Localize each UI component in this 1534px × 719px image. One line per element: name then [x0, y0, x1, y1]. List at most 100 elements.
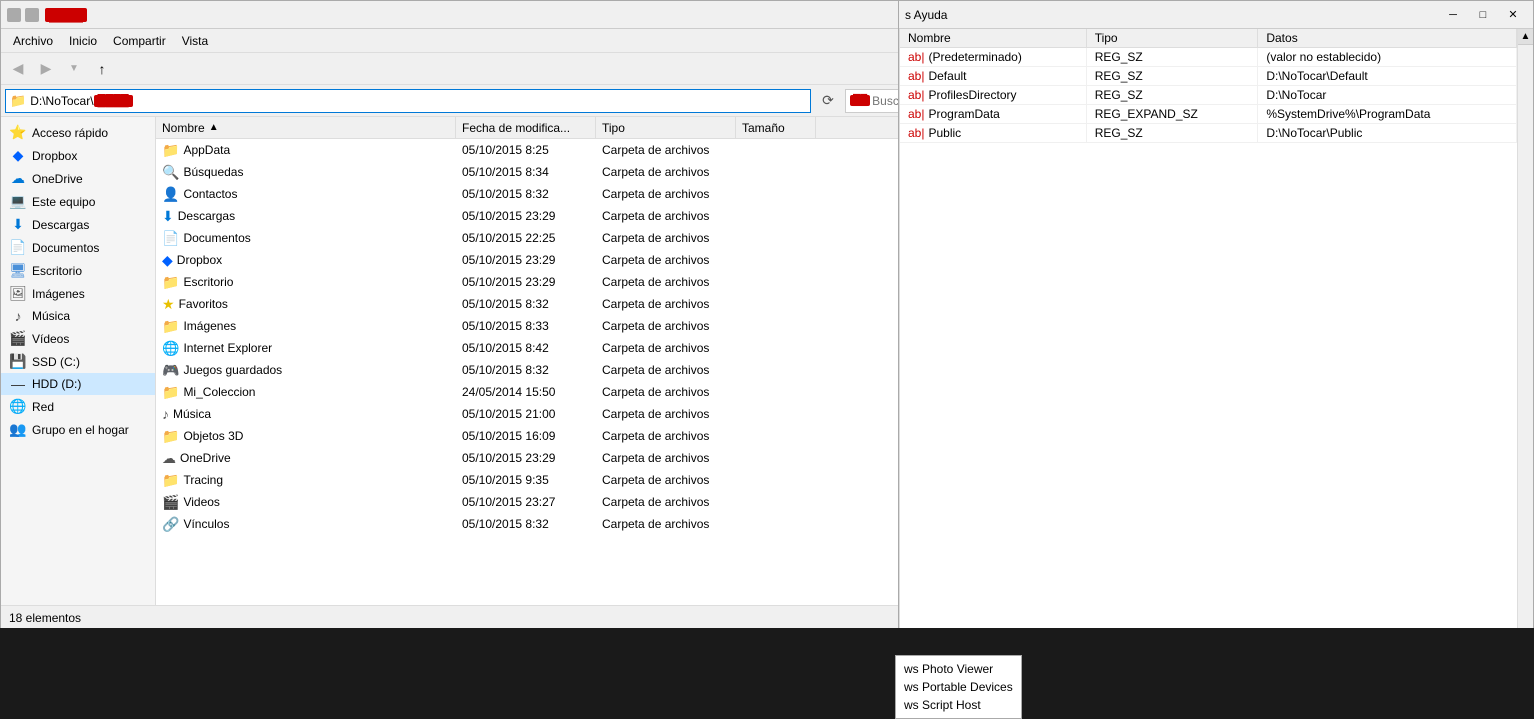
file-icon: 🔗 — [162, 516, 179, 533]
down-button[interactable]: ▼ — [61, 57, 87, 81]
sidebar-item-videos[interactable]: 🎬 Vídeos — [1, 327, 155, 350]
menu-inicio[interactable]: Inicio — [61, 32, 105, 50]
file-date: 05/10/2015 23:27 — [456, 495, 596, 509]
search-redacted: ██ — [850, 95, 870, 106]
file-icon: 👤 — [162, 186, 179, 203]
sidebar-item-grupo[interactable]: 👥 Grupo en el hogar — [1, 418, 155, 441]
sidebar-item-onedrive[interactable]: ☁ OneDrive — [1, 167, 155, 190]
reg-entry-name: ab|Default — [900, 67, 1086, 86]
file-icon: 🌐 — [162, 340, 179, 357]
col-header-name[interactable]: Nombre ▲ — [156, 117, 456, 138]
videos-icon: 🎬 — [9, 330, 27, 347]
bottom-panel: ws Photo Viewer ws Portable Devices ws S… — [0, 628, 1534, 719]
file-name: ◆ Dropbox — [156, 252, 456, 269]
sidebar-item-musica[interactable]: ♪ Música — [1, 305, 155, 327]
menu-archivo[interactable]: Archivo — [5, 32, 61, 50]
reg-values: Nombre Tipo Datos ab|(Predeterminado) RE… — [900, 29, 1517, 667]
file-type: Carpeta de archivos — [596, 451, 736, 465]
reg-vertical-scrollbar[interactable]: ▲ ▼ — [1517, 29, 1533, 667]
file-date: 05/10/2015 8:32 — [456, 297, 596, 311]
file-name: 👤 Contactos — [156, 186, 456, 203]
sort-arrow: ▲ — [209, 122, 219, 133]
sidebar-label-imagenes: Imágenes — [32, 287, 85, 301]
reg-icon: ab| — [908, 50, 924, 64]
file-icon: 📁 — [162, 472, 179, 489]
reg-entry-type: REG_SZ — [1086, 67, 1258, 86]
registry-panel: s Ayuda ─ □ ✕ Nombre Tipo Datos ab|(Pr — [898, 0, 1534, 690]
taskbar-popup-item-1[interactable]: ws Portable Devices — [904, 678, 1013, 696]
reg-minimize-button[interactable]: ─ — [1439, 5, 1467, 25]
menu-compartir[interactable]: Compartir — [105, 32, 174, 50]
file-date: 05/10/2015 23:29 — [456, 275, 596, 289]
reg-entry-data: D:\NoTocar — [1258, 86, 1517, 105]
file-name: 🌐 Internet Explorer — [156, 340, 456, 357]
file-date: 05/10/2015 8:25 — [456, 143, 596, 157]
file-type: Carpeta de archivos — [596, 319, 736, 333]
images-icon: 🖼 — [9, 285, 27, 302]
reg-maximize-button[interactable]: □ — [1469, 5, 1497, 25]
up-button[interactable]: ↑ — [89, 57, 115, 81]
file-date: 05/10/2015 23:29 — [456, 209, 596, 223]
sidebar-item-documentos[interactable]: 📄 Documentos — [1, 236, 155, 259]
sidebar-item-escritorio[interactable]: 🖥 Escritorio — [1, 259, 155, 282]
file-type: Carpeta de archivos — [596, 297, 736, 311]
list-item[interactable]: ab|Default REG_SZ D:\NoTocar\Default — [900, 67, 1517, 86]
list-item[interactable]: ab|ProfilesDirectory REG_SZ D:\NoTocar — [900, 86, 1517, 105]
sidebar-item-descargas[interactable]: ⬇ Descargas — [1, 213, 155, 236]
reg-table: Nombre Tipo Datos ab|(Predeterminado) RE… — [900, 29, 1517, 143]
star-icon: ⭐ — [9, 124, 27, 141]
back-button[interactable]: ◀ — [5, 57, 31, 81]
file-icon: ★ — [162, 296, 175, 313]
file-type: Carpeta de archivos — [596, 231, 736, 245]
sidebar-label-acceso: Acceso rápido — [32, 126, 108, 140]
title-bar-icons — [7, 8, 39, 22]
taskbar-popup-item-2[interactable]: ws Script Host — [904, 696, 1013, 714]
reg-entry-name: ab|Public — [900, 124, 1086, 143]
sidebar-item-red[interactable]: 🌐 Red — [1, 395, 155, 418]
list-item[interactable]: ab|(Predeterminado) REG_SZ (valor no est… — [900, 48, 1517, 67]
group-icon: 👥 — [9, 421, 27, 438]
file-name: ♪ Música — [156, 406, 456, 422]
taskbar-popup-item-0[interactable]: ws Photo Viewer — [904, 660, 1013, 678]
file-name: 📁 Mi_Coleccion — [156, 384, 456, 401]
col-header-date[interactable]: Fecha de modifica... — [456, 117, 596, 138]
file-icon: 🎮 — [162, 362, 179, 379]
reg-entry-name: ab|ProfilesDirectory — [900, 86, 1086, 105]
sidebar-item-hdd[interactable]: — HDD (D:) — [1, 373, 155, 395]
file-date: 05/10/2015 9:35 — [456, 473, 596, 487]
sidebar-item-imagenes[interactable]: 🖼 Imágenes — [1, 282, 155, 305]
file-type: Carpeta de archivos — [596, 275, 736, 289]
menu-vista[interactable]: Vista — [174, 32, 216, 50]
sidebar-item-acceso-rapido[interactable]: ⭐ Acceso rápido — [1, 121, 155, 144]
sidebar-item-este-equipo[interactable]: 💻 Este equipo — [1, 190, 155, 213]
documents-icon: 📄 — [9, 239, 27, 256]
col-header-size[interactable]: Tamaño — [736, 117, 816, 138]
file-date: 05/10/2015 8:42 — [456, 341, 596, 355]
reg-content: Nombre Tipo Datos ab|(Predeterminado) RE… — [899, 29, 1533, 667]
reg-entry-name: ab|(Predeterminado) — [900, 48, 1086, 67]
file-type: Carpeta de archivos — [596, 209, 736, 223]
list-item[interactable]: ab|ProgramData REG_EXPAND_SZ %SystemDriv… — [900, 105, 1517, 124]
sidebar-item-dropbox[interactable]: ◆ Dropbox — [1, 144, 155, 167]
refresh-button[interactable]: ⟳ — [815, 89, 841, 113]
file-type: Carpeta de archivos — [596, 165, 736, 179]
file-name: 📁 AppData — [156, 142, 456, 159]
hdd-icon: — — [9, 376, 27, 392]
forward-button[interactable]: ▶ — [33, 57, 59, 81]
col-header-type[interactable]: Tipo — [596, 117, 736, 138]
file-date: 05/10/2015 23:29 — [456, 451, 596, 465]
file-name: 🔍 Búsquedas — [156, 164, 456, 181]
file-date: 05/10/2015 16:09 — [456, 429, 596, 443]
sidebar: ⭐ Acceso rápido ◆ Dropbox ☁ OneDrive 💻 E… — [1, 117, 156, 605]
sidebar-label-grupo: Grupo en el hogar — [32, 423, 129, 437]
reg-icon: ab| — [908, 107, 924, 121]
file-name: 📁 Escritorio — [156, 274, 456, 291]
computer-icon: 💻 — [9, 193, 27, 210]
sidebar-item-ssd[interactable]: 💾 SSD (C:) — [1, 350, 155, 373]
folder-icon: 📁 — [10, 93, 26, 109]
reg-close-button[interactable]: ✕ — [1499, 5, 1527, 25]
reg-entry-data: (valor no establecido) — [1258, 48, 1517, 67]
sidebar-label-documentos: Documentos — [32, 241, 99, 255]
sidebar-label-videos: Vídeos — [32, 332, 69, 346]
list-item[interactable]: ab|Public REG_SZ D:\NoTocar\Public — [900, 124, 1517, 143]
